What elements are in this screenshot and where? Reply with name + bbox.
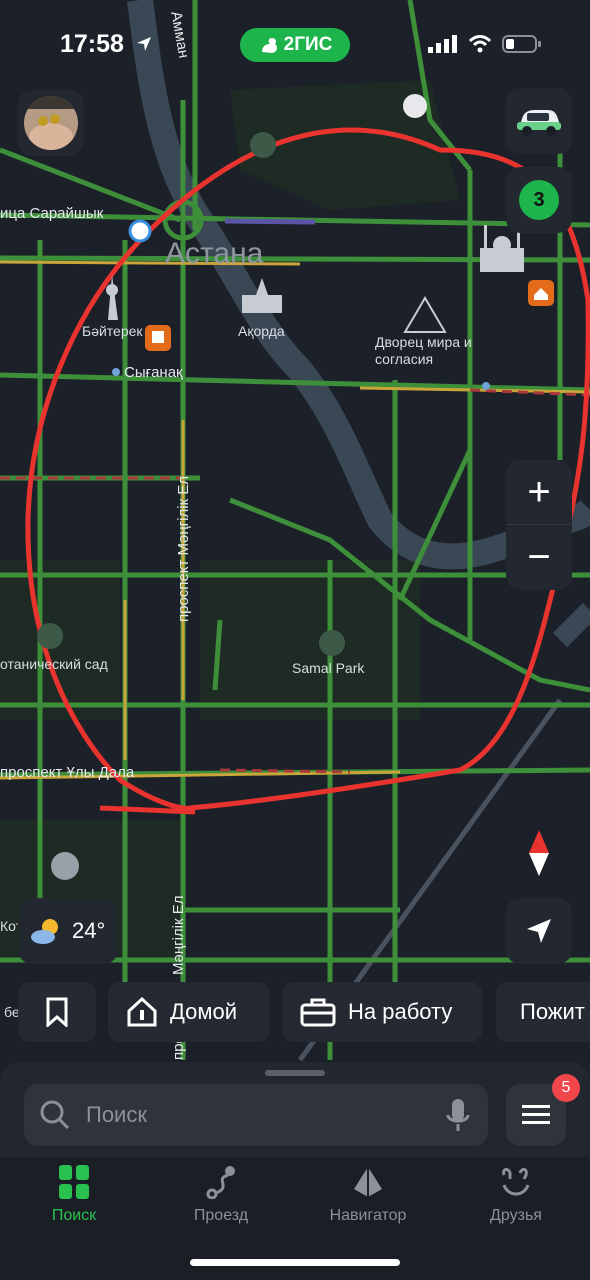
wifi-icon bbox=[468, 35, 492, 53]
home-indicator[interactable] bbox=[190, 1259, 400, 1266]
search-placeholder: Поиск bbox=[86, 1102, 147, 1127]
label-baiterek: Бәйтерек bbox=[82, 323, 143, 339]
more-shortcut[interactable]: Пожит bbox=[496, 982, 590, 1042]
zoom-controls: + − bbox=[506, 460, 572, 590]
drag-handle[interactable] bbox=[265, 1070, 325, 1076]
status-bar: 17:58 2ГИС bbox=[0, 0, 590, 90]
search-input[interactable]: Поиск bbox=[24, 1084, 488, 1146]
profile-button[interactable] bbox=[18, 90, 84, 156]
home-shortcut[interactable]: Домой bbox=[108, 982, 270, 1042]
compass-icon bbox=[529, 830, 549, 876]
layers-count: 3 bbox=[519, 180, 559, 220]
work-shortcut[interactable]: На работу bbox=[282, 982, 482, 1042]
signal-icon bbox=[428, 35, 457, 53]
tab-friends[interactable]: Друзья bbox=[456, 1165, 576, 1225]
metro-icon bbox=[128, 219, 152, 243]
briefcase-icon bbox=[145, 325, 171, 351]
tab-search[interactable]: Поиск bbox=[14, 1165, 134, 1225]
menu-button[interactable]: 5 bbox=[506, 1074, 580, 1146]
hamburger-icon bbox=[522, 1105, 550, 1124]
street-uly-dala: проспект Ұлы Дала bbox=[0, 764, 135, 781]
layers-button[interactable]: 3 bbox=[506, 167, 572, 233]
compass-button[interactable] bbox=[506, 820, 572, 886]
label-syganak: Сығанақ bbox=[124, 364, 183, 381]
friends-icon bbox=[502, 1167, 530, 1196]
grid-icon bbox=[59, 1165, 89, 1199]
search-icon bbox=[40, 1100, 70, 1130]
more-label: Пожит bbox=[520, 999, 585, 1024]
microphone-icon[interactable] bbox=[446, 1097, 470, 1133]
label-samal: Samal Park bbox=[292, 660, 365, 676]
bookmark-icon bbox=[46, 997, 68, 1027]
label-botanic: отанический сад bbox=[0, 656, 108, 672]
tab-navigator[interactable]: Навигатор bbox=[308, 1165, 428, 1225]
label-dvorets: Дворец мира и согласия bbox=[375, 334, 472, 367]
route-icon bbox=[206, 1166, 235, 1199]
weather-temp: 24° bbox=[72, 918, 106, 943]
partly-cloudy-icon bbox=[31, 919, 58, 944]
brand-label: 2ГИС bbox=[283, 34, 333, 55]
menu-badge: 5 bbox=[552, 1074, 580, 1102]
status-time: 17:58 bbox=[60, 30, 153, 59]
taxi-button[interactable] bbox=[506, 88, 572, 154]
weather-widget[interactable]: 24° bbox=[18, 898, 118, 964]
system-icons bbox=[428, 34, 542, 54]
home-label: Домой bbox=[170, 999, 238, 1024]
time-text: 17:58 bbox=[60, 30, 124, 58]
briefcase-outline-icon bbox=[300, 998, 336, 1027]
location-arrow-icon bbox=[136, 37, 151, 51]
street-mangilik-2: Мәңгілік Ел bbox=[170, 895, 187, 976]
street-saraishyk: ица Сарайшык bbox=[0, 205, 104, 222]
bottom-panel: Поиск 5 Поиск Проезд Навигатор Друзья bbox=[0, 1062, 590, 1280]
car-icon bbox=[517, 110, 561, 136]
navigator-icon bbox=[354, 1167, 382, 1197]
brand-badge[interactable]: 2ГИС bbox=[240, 28, 350, 62]
zoom-out-button[interactable]: − bbox=[506, 525, 572, 590]
street-mangilik: проспект Мәңгілік Ел bbox=[175, 475, 192, 622]
city-label: Астана bbox=[165, 237, 264, 270]
label-akorda: Ақорда bbox=[238, 323, 285, 339]
zoom-in-button[interactable]: + bbox=[506, 460, 572, 525]
tab-friends-label: Друзья bbox=[490, 1207, 542, 1224]
battery-icon bbox=[502, 35, 541, 53]
tab-navigator-label: Навигатор bbox=[329, 1207, 407, 1224]
navigation-arrow-icon bbox=[527, 919, 551, 943]
avatar bbox=[24, 96, 78, 150]
dome-icon bbox=[51, 852, 79, 880]
house-icon bbox=[127, 996, 157, 1027]
tab-route-label: Проезд bbox=[193, 1207, 249, 1224]
bookmarks-button[interactable] bbox=[18, 982, 96, 1042]
my-location-button[interactable] bbox=[506, 898, 572, 964]
messages-pin-icon bbox=[403, 94, 427, 118]
tab-search-label: Поиск bbox=[51, 1207, 97, 1224]
work-label: На работу bbox=[348, 999, 453, 1024]
duck-logo-icon bbox=[261, 38, 277, 53]
home-poi-icon bbox=[528, 280, 554, 306]
tab-route[interactable]: Проезд bbox=[161, 1165, 281, 1225]
